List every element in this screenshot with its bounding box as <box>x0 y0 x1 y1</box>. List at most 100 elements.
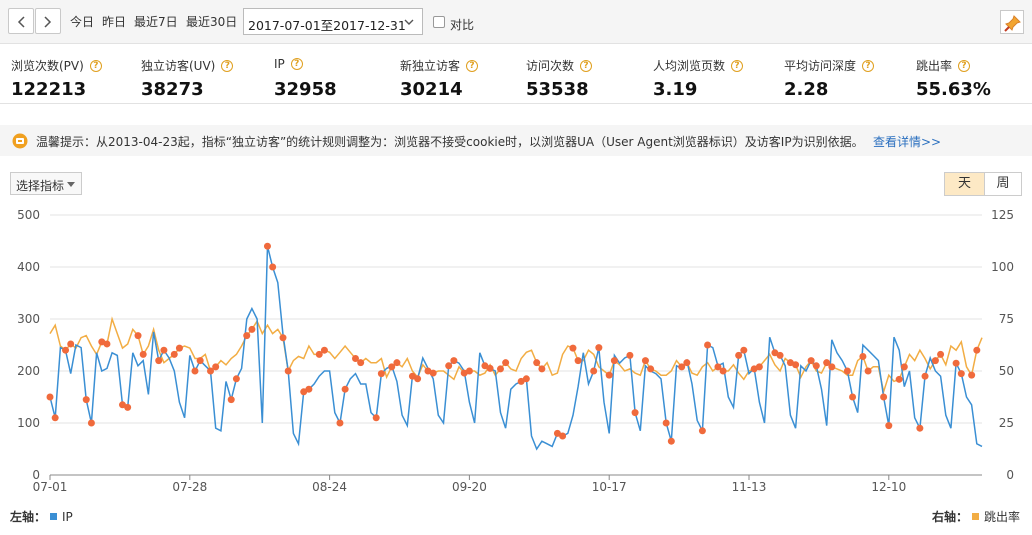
date-range-select[interactable]: 2017-07-01至2017-12-31 <box>243 8 423 35</box>
metric-label: 新独立访客 <box>400 59 461 73</box>
data-point-bounce-rate <box>828 363 836 371</box>
data-point-bounce-rate <box>429 369 437 377</box>
data-point-ip <box>921 372 929 380</box>
help-icon[interactable]: ? <box>731 59 744 72</box>
help-icon[interactable]: ? <box>221 59 234 72</box>
quick-today[interactable]: 今日 <box>70 13 94 30</box>
metric-value: 53538 <box>526 79 589 100</box>
data-point-ip <box>735 351 743 359</box>
data-point-bounce-rate <box>175 344 183 352</box>
data-point-ip <box>160 346 168 354</box>
y-right-tick-label: 0 <box>1006 468 1014 482</box>
data-point-ip <box>880 393 888 401</box>
toolbar: 今日 昨日 最近7日 最近30日 2017-07-01至2017-12-31 对… <box>0 0 1032 44</box>
y-right-tick-label: 25 <box>999 416 1014 430</box>
compare-label: 对比 <box>450 18 475 32</box>
help-icon[interactable]: ? <box>958 59 971 72</box>
metric-value: 3.19 <box>653 79 698 100</box>
quick-last-30-days[interactable]: 最近30日 <box>186 13 237 30</box>
data-point-ip <box>82 396 90 404</box>
notice-details-link[interactable]: 查看详情>> <box>873 133 941 150</box>
metric-label: 平均访问深度 <box>784 59 857 73</box>
metric-pv: 浏览次数(PV)? 122213 <box>11 57 102 100</box>
quick-yesterday[interactable]: 昨日 <box>102 13 126 30</box>
metric-select[interactable]: 选择指标 <box>10 172 82 195</box>
data-point-bounce-rate <box>900 363 908 371</box>
x-tick-label: 11-13 <box>732 480 767 494</box>
data-point-bounce-rate <box>279 334 287 342</box>
pin-button[interactable] <box>1000 10 1024 34</box>
data-point-bounce-rate <box>968 371 976 379</box>
data-point-bounce-rate <box>792 361 800 369</box>
legend-series-bounce[interactable]: 跳出率 <box>984 508 1020 525</box>
data-point-bounce-rate <box>320 346 328 354</box>
data-point-ip <box>662 419 670 427</box>
data-point-bounce-rate <box>243 332 251 340</box>
data-point-ip <box>445 362 453 370</box>
data-point-ip <box>232 375 240 383</box>
data-point-bounce-rate <box>569 344 577 352</box>
data-point-bounce-rate <box>864 367 872 375</box>
metric-value: 2.28 <box>784 79 829 100</box>
data-point-bounce-rate <box>284 367 292 375</box>
granularity-week-button[interactable]: 周 <box>984 172 1022 196</box>
metric-label: 访问次数 <box>526 59 575 73</box>
metric-value: 122213 <box>11 79 87 100</box>
next-period-button[interactable] <box>35 8 61 34</box>
data-point-ip <box>740 346 748 354</box>
help-icon[interactable]: ? <box>862 59 875 72</box>
data-point-bounce-rate <box>134 332 142 340</box>
x-tick-label: 10-17 <box>592 480 627 494</box>
data-point-bounce-rate <box>496 365 504 373</box>
data-point-ip <box>377 370 385 378</box>
data-point-bounce-rate <box>67 340 75 348</box>
prev-period-button[interactable] <box>8 8 34 34</box>
metric-bounce-rate: 跳出率? 55.63% <box>916 57 991 100</box>
data-point-bounce-rate <box>538 365 546 373</box>
help-icon[interactable]: ? <box>89 59 102 72</box>
compare-checkbox[interactable] <box>433 16 445 28</box>
data-point-ip <box>51 414 59 422</box>
help-icon[interactable]: ? <box>466 59 479 72</box>
help-icon[interactable]: ? <box>290 58 303 70</box>
x-tick-label: 07-01 <box>33 480 68 494</box>
data-point-ip <box>626 351 634 359</box>
data-point-bounce-rate <box>931 357 939 365</box>
data-point-ip <box>486 364 494 372</box>
data-point-ip <box>595 344 603 352</box>
data-point-ip <box>849 393 857 401</box>
data-point-ip <box>667 437 675 445</box>
data-point-ip <box>559 432 567 440</box>
y-left-tick-label: 300 <box>17 312 40 326</box>
legend-swatch-ip <box>50 513 58 520</box>
data-point-ip <box>916 424 924 432</box>
notice-bar: 温馨提示：从2013-04-23起，指标“独立访客”的统计规则调整为：浏览器不接… <box>0 125 1032 156</box>
y-right-tick-label: 75 <box>999 312 1014 326</box>
data-point-ip <box>450 357 458 365</box>
metric-avg-depth: 平均访问深度? 2.28 <box>784 57 875 100</box>
data-point-bounce-rate <box>393 359 401 367</box>
metric-value: 55.63% <box>916 79 991 100</box>
data-point-bounce-rate <box>719 367 727 375</box>
data-point-ip <box>191 367 199 375</box>
metric-label: 人均浏览页数 <box>653 59 726 73</box>
legend-right: 右轴： 跳出率 <box>932 508 1020 525</box>
data-point-bounce-rate <box>502 359 510 367</box>
data-point-bounce-rate <box>641 357 649 365</box>
data-point-ip <box>885 422 893 430</box>
pin-icon <box>1004 15 1021 32</box>
chart: 0100200300400500025507510012507-01 07-28 0… <box>17 208 1014 494</box>
data-point-bounce-rate <box>212 363 220 371</box>
help-icon[interactable]: ? <box>580 59 593 72</box>
data-point-ip <box>305 385 313 393</box>
quick-last-7-days[interactable]: 最近7日 <box>134 13 178 30</box>
metric-uv: 独立访客(UV)? 38273 <box>141 57 234 100</box>
data-point-bounce-rate <box>465 367 473 375</box>
data-point-ip <box>704 341 712 349</box>
chevron-down-icon <box>404 19 414 25</box>
granularity-day-button[interactable]: 天 <box>944 172 985 196</box>
legend-series-ip[interactable]: IP <box>62 510 73 524</box>
x-tick-label: 07-28 <box>172 480 207 494</box>
metric-value: 32958 <box>274 79 337 100</box>
y-left-tick-label: 500 <box>17 208 40 222</box>
